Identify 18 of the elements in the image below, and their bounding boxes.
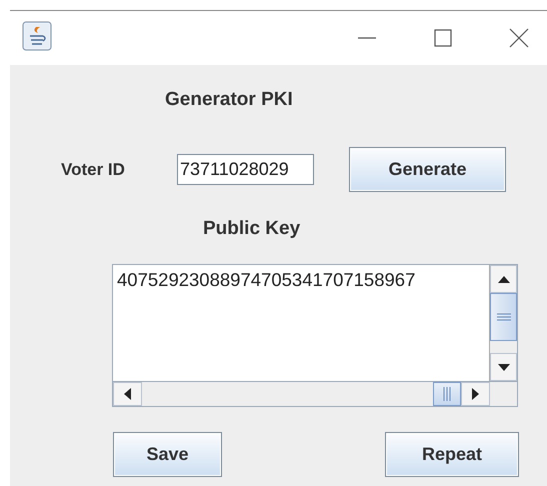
grip-icon	[443, 387, 451, 401]
voter-id-field[interactable]: 73711028029	[177, 154, 314, 185]
app-icon	[22, 21, 52, 51]
repeat-button[interactable]: Repeat	[385, 432, 519, 477]
close-icon[interactable]	[509, 28, 529, 48]
vertical-scrollbar[interactable]	[490, 265, 517, 381]
up-arrow-icon	[498, 276, 510, 282]
generate-button[interactable]: Generate	[349, 147, 506, 192]
voter-id-label: Voter ID	[61, 160, 126, 180]
maximize-icon[interactable]	[433, 28, 453, 48]
left-arrow-icon	[124, 388, 131, 400]
horizontal-scrollbar[interactable]	[113, 381, 490, 406]
right-arrow-icon	[472, 388, 479, 400]
down-arrow-icon	[498, 364, 510, 370]
form-title: Generator PKI	[165, 89, 293, 111]
grip-icon	[496, 313, 510, 321]
public-key-label: Public Key	[203, 218, 300, 240]
save-button[interactable]: Save	[113, 432, 222, 477]
